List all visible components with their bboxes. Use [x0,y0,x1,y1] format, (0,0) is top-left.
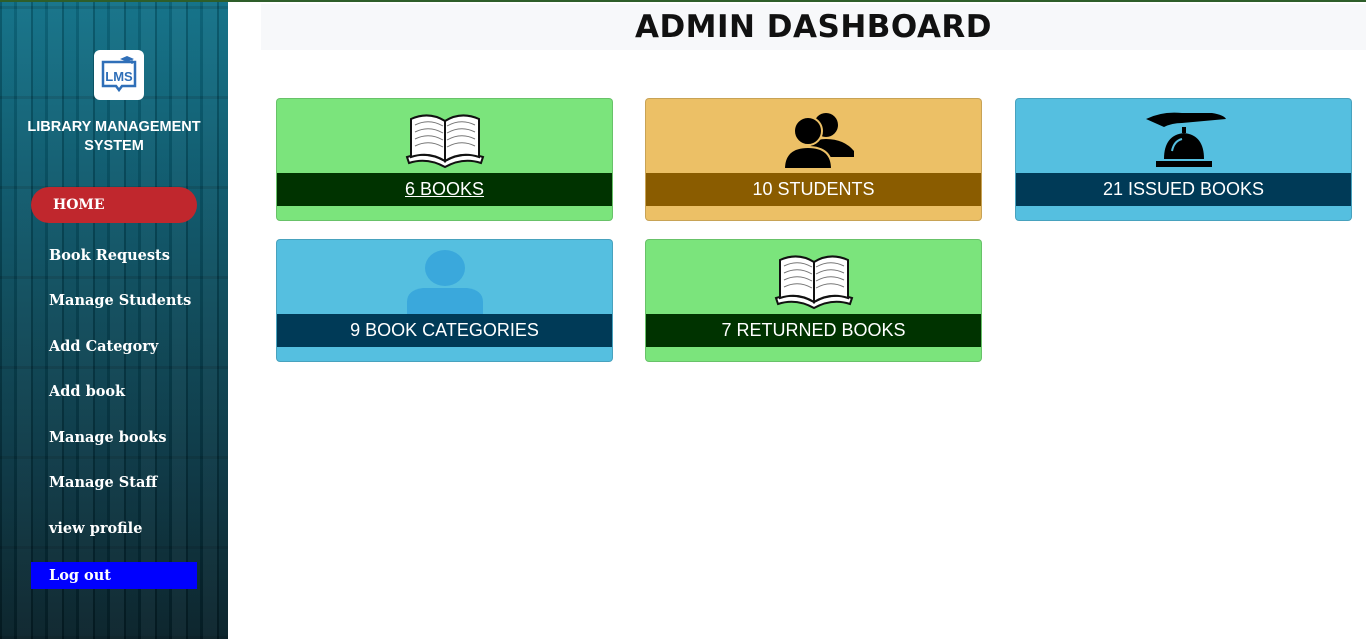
sidebar-item-manage-students[interactable]: Manage Students [49,291,191,311]
students-card[interactable]: 10 STUDENTS [645,98,982,221]
home-button[interactable]: HOME [31,187,197,223]
page-header: ADMIN DASHBOARD [261,4,1366,50]
books-count[interactable]: 6 BOOKS [277,173,612,206]
sidebar-item-manage-books[interactable]: Manage books [49,428,167,448]
page-title: ADMIN DASHBOARD [634,9,993,45]
students-count: 10 STUDENTS [646,173,981,206]
users-icon [646,105,981,173]
returned-books-count: 7 RETURNED BOOKS [646,314,981,347]
book-categories-card[interactable]: 9 BOOK CATEGORIES [276,239,613,362]
books-card[interactable]: 6 BOOKS [276,98,613,221]
app-title: LIBRARY MANAGEMENT SYSTEM [27,119,201,154]
svg-text:LMS: LMS [105,69,133,84]
issued-books-count: 21 ISSUED BOOKS [1016,173,1351,206]
issued-books-card[interactable]: 21 ISSUED BOOKS [1015,98,1352,221]
lms-logo: LMS [94,50,144,100]
lms-logo-icon: LMS [101,56,137,93]
open-book-icon [646,246,981,314]
logout-button[interactable]: Log out [31,562,197,589]
service-bell-icon [1016,105,1351,173]
sidebar-item-book-requests[interactable]: Book Requests [49,246,170,266]
open-book-icon [277,105,612,173]
user-icon [277,246,612,314]
sidebar-item-add-book[interactable]: Add book [49,382,125,402]
book-categories-count: 9 BOOK CATEGORIES [277,314,612,347]
sidebar: LMS LIBRARY MANAGEMENT SYSTEM HOME Book … [0,2,228,639]
sidebar-item-manage-staff[interactable]: Manage Staff [49,473,157,493]
sidebar-item-add-category[interactable]: Add Category [49,337,158,357]
sidebar-item-view-profile[interactable]: view profile [49,519,142,539]
returned-books-card[interactable]: 7 RETURNED BOOKS [645,239,982,362]
